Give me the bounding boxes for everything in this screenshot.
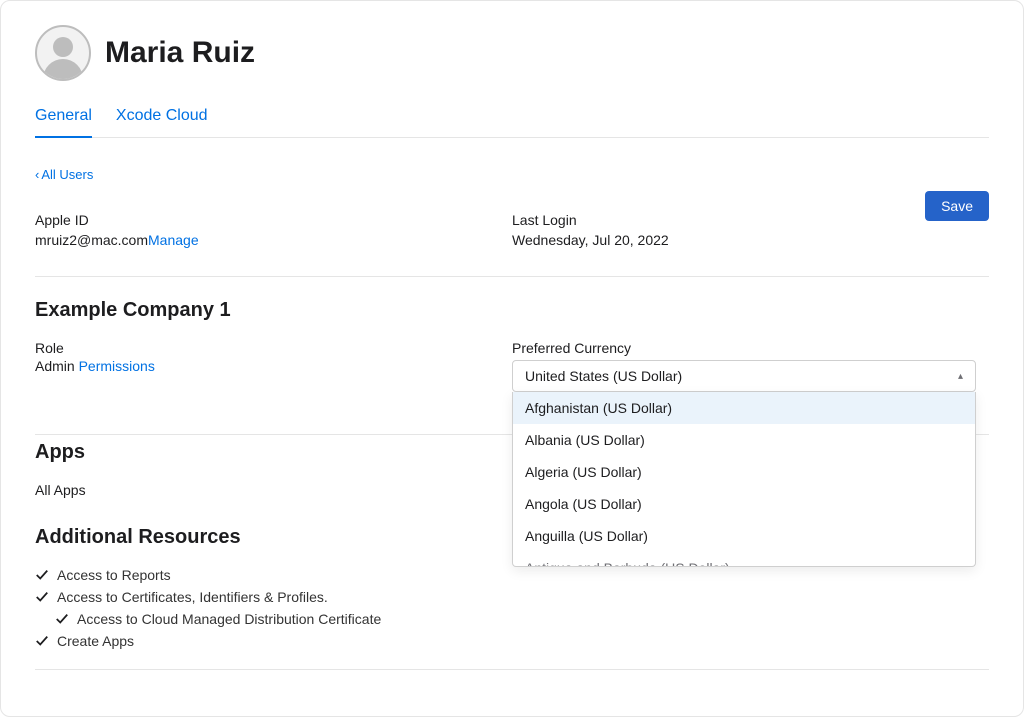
preferred-currency-label: Preferred Currency [512,340,989,356]
preferred-currency-select[interactable]: United States (US Dollar) ▴ [512,360,976,392]
currency-option[interactable]: Anguilla (US Dollar) [513,520,975,552]
avatar [35,25,91,81]
currency-option[interactable]: Antigua and Barbuda (US Dollar) [513,552,975,567]
back-link-label: All Users [41,167,93,182]
tab-general[interactable]: General [35,99,92,137]
resource-label: Create Apps [57,633,134,649]
back-all-users-link[interactable]: ‹ All Users [35,167,93,182]
currency-option[interactable]: Afghanistan (US Dollar) [513,392,975,424]
role-label: Role [35,340,512,356]
save-button[interactable]: Save [925,191,989,221]
last-login-value: Wednesday, Jul 20, 2022 [512,232,989,248]
check-icon [55,612,69,626]
apple-id-label: Apple ID [35,212,512,228]
page-title: Maria Ruiz [105,36,255,70]
resource-item: Access to Reports [35,567,989,583]
chevron-left-icon: ‹ [35,167,39,182]
currency-option[interactable]: Angola (US Dollar) [513,488,975,520]
check-icon [35,590,49,604]
resource-item: Create Apps [35,633,989,649]
manage-apple-id-link[interactable]: Manage [148,232,199,248]
apple-id-value: mruiz2@mac.com [35,232,148,248]
currency-option[interactable]: Algeria (US Dollar) [513,456,975,488]
last-login-label: Last Login [512,212,989,228]
company-name-title: Example Company 1 [35,299,989,322]
role-value: Admin [35,358,79,374]
check-icon [35,568,49,582]
tab-xcode-cloud[interactable]: Xcode Cloud [116,99,208,137]
resource-label: Access to Reports [57,567,171,583]
currency-dropdown: Afghanistan (US Dollar) Albania (US Doll… [512,392,976,567]
tab-bar: General Xcode Cloud [35,99,989,138]
resource-label: Access to Cloud Managed Distribution Cer… [77,611,381,627]
caret-up-icon: ▴ [958,371,963,382]
check-icon [35,634,49,648]
resource-item: Access to Certificates, Identifiers & Pr… [35,589,989,605]
resource-label: Access to Certificates, Identifiers & Pr… [57,589,328,605]
permissions-link[interactable]: Permissions [79,358,155,374]
resource-item: Access to Cloud Managed Distribution Cer… [35,611,989,627]
currency-selected-value: United States (US Dollar) [525,368,682,384]
currency-option[interactable]: Albania (US Dollar) [513,424,975,456]
